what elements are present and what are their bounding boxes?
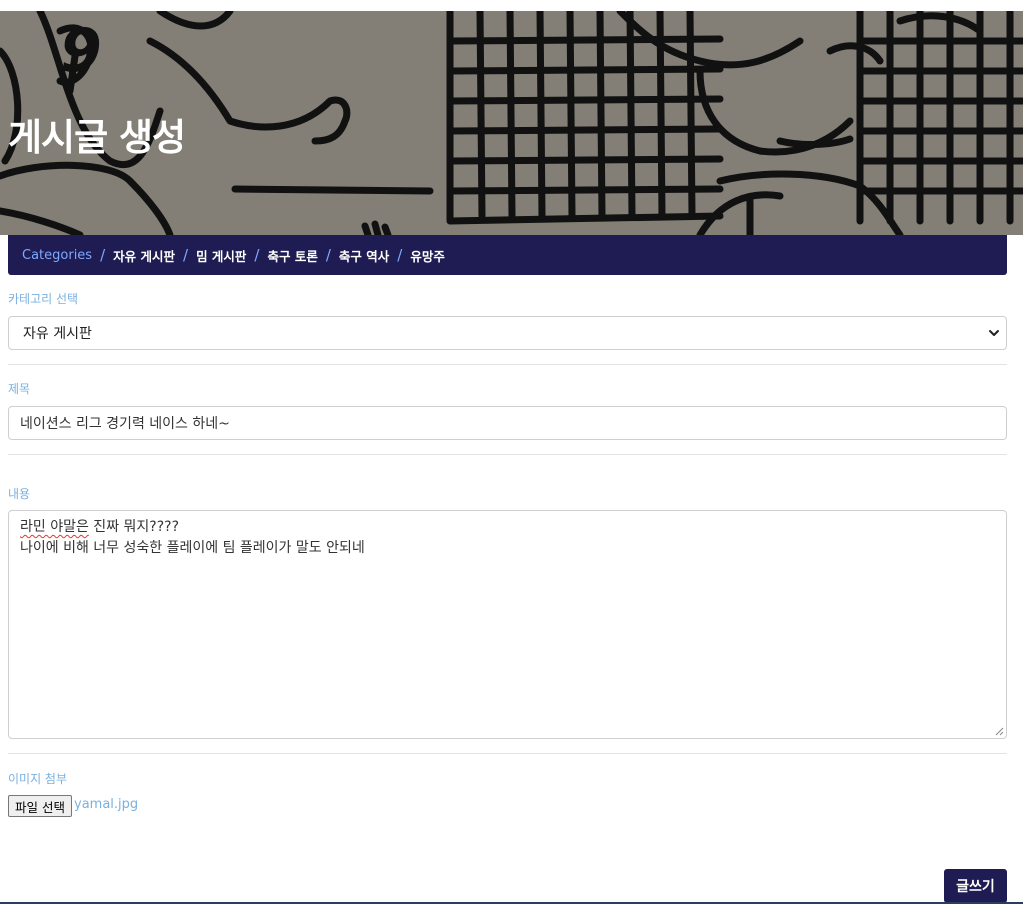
breadcrumb-item-free-board[interactable]: 자유 게시판	[113, 246, 175, 265]
choose-file-button[interactable]: 파일 선택	[8, 795, 72, 817]
breadcrumb-separator: /	[183, 246, 189, 264]
breadcrumb-root[interactable]: Categories	[22, 248, 92, 263]
resize-handle-icon[interactable]	[995, 727, 1004, 736]
breadcrumb-separator: /	[254, 246, 260, 264]
content-textarea[interactable]: 라민 야말은 진짜 뭐지???? 나이에 비해 너무 성숙한 플레이에 팀 플레…	[8, 510, 1007, 739]
breadcrumb: Categories / 자유 게시판 / 밈 게시판 / 축구 토론 / 축구…	[8, 235, 1007, 275]
breadcrumb-separator: /	[100, 246, 106, 264]
content-line-1: 진짜 뭐지????	[88, 519, 180, 535]
breadcrumb-item-soccer-history[interactable]: 축구 역사	[339, 246, 389, 265]
hero-banner: 9 게시글 생성	[0, 11, 1023, 235]
chevron-down-icon	[989, 330, 999, 336]
file-name: yamal.jpg	[74, 797, 139, 812]
divider	[8, 753, 1007, 754]
submit-button[interactable]: 글쓰기	[944, 869, 1007, 903]
content-line-2: 나이에 비해 너무 성숙한 플레이에 팀 플레이가 말도 안되네	[20, 540, 365, 556]
category-selected-value: 자유 게시판	[23, 326, 92, 342]
breadcrumb-item-soccer-debate[interactable]: 축구 토론	[267, 246, 317, 265]
breadcrumb-separator: /	[397, 246, 403, 264]
divider	[8, 364, 1007, 365]
breadcrumb-separator: /	[325, 246, 331, 264]
breadcrumb-item-meme-board[interactable]: 밈 게시판	[196, 246, 246, 265]
category-select[interactable]: 자유 게시판	[8, 316, 1007, 350]
breadcrumb-item-prospects[interactable]: 유망주	[410, 246, 445, 265]
page-title: 게시글 생성	[8, 116, 186, 159]
misspelled-word: 라민 야말은	[20, 519, 89, 535]
svg-text:9: 9	[60, 16, 102, 86]
title-input[interactable]	[8, 406, 1007, 440]
image-label: 이미지 첨부	[8, 772, 68, 786]
content-label: 내용	[8, 487, 31, 501]
title-label: 제목	[8, 382, 31, 396]
divider	[8, 454, 1007, 455]
category-label: 카테고리 선택	[8, 292, 79, 306]
